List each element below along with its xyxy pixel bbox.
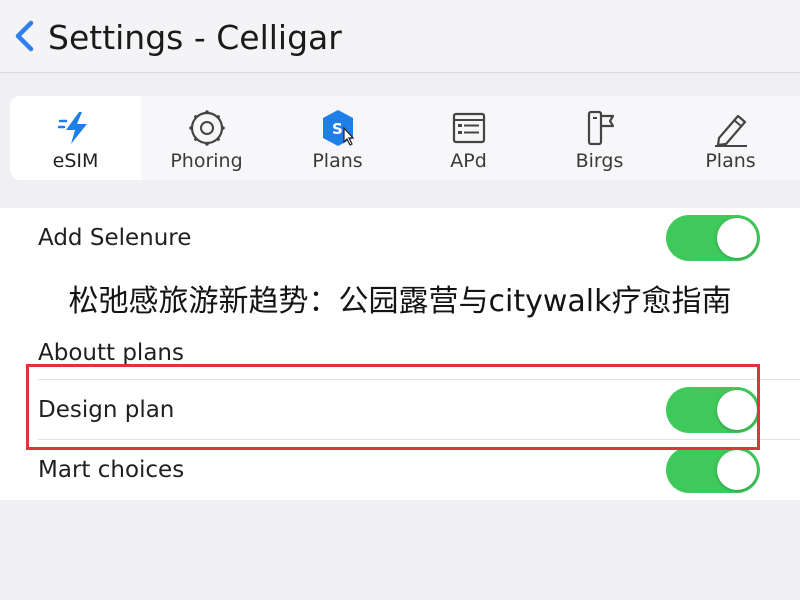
tab-esim[interactable]: eSIM <box>10 96 141 180</box>
page-title: Settings - Celligar <box>48 18 342 57</box>
tab-label: Phoring <box>170 150 243 172</box>
tab-apd[interactable]: APd <box>403 96 534 180</box>
add-selenure-toggle[interactable] <box>666 215 760 261</box>
toggle-knob <box>717 218 757 258</box>
caption-text: 松弛感旅游新趋势：公园露营与citywalk疗愈指南 <box>68 284 732 319</box>
row-label: Add Selenure <box>38 225 192 251</box>
list-card-icon <box>449 108 489 148</box>
tab-plans[interactable]: S Plans <box>272 96 403 180</box>
tab-birgs[interactable]: Birgs <box>534 96 665 180</box>
tab-label: Plans <box>705 150 756 172</box>
settings-screen: Settings - Celligar eSIM Phoring S Plans… <box>0 0 800 600</box>
navigation-bar: Settings - Celligar <box>0 0 800 73</box>
tab-plans-edit[interactable]: Plans <box>665 96 796 180</box>
row-label: Design plan <box>38 397 175 423</box>
tab-label: Birgs <box>575 150 624 172</box>
settings-group-plans: Aboutt plans Design plan Mart choices <box>0 328 800 500</box>
list-item-mart-choices[interactable]: Mart choices <box>0 440 800 500</box>
lightning-bolt-icon <box>56 108 96 148</box>
tab-label: APd <box>450 150 487 172</box>
gear-ring-icon <box>187 108 227 148</box>
svg-text:S: S <box>332 120 343 138</box>
caption-banner: 松弛感旅游新趋势：公园露营与citywalk疗愈指南 <box>0 262 800 342</box>
tab-phoring[interactable]: Phoring <box>141 96 272 180</box>
sim-badge-icon: S <box>318 108 358 148</box>
toggle-knob <box>717 450 757 490</box>
pencil-icon <box>711 108 751 148</box>
chevron-left-icon <box>15 20 34 52</box>
row-label: Aboutt plans <box>38 340 184 366</box>
toggle-knob <box>717 390 757 430</box>
tab-bar: eSIM Phoring S Plans APd Birgs Plans <box>10 96 800 180</box>
list-item-add-selenure[interactable]: Add Selenure <box>0 208 800 268</box>
list-item-design-plan[interactable]: Design plan <box>0 380 800 440</box>
flag-device-icon <box>580 108 620 148</box>
settings-group-top: Add Selenure <box>0 208 800 268</box>
row-label: Mart choices <box>38 457 185 483</box>
back-button[interactable] <box>6 14 42 58</box>
tab-label: Plans <box>312 150 363 172</box>
tab-label: eSIM <box>52 150 99 172</box>
mart-choices-toggle[interactable] <box>666 447 760 493</box>
design-plan-toggle[interactable] <box>666 387 760 433</box>
